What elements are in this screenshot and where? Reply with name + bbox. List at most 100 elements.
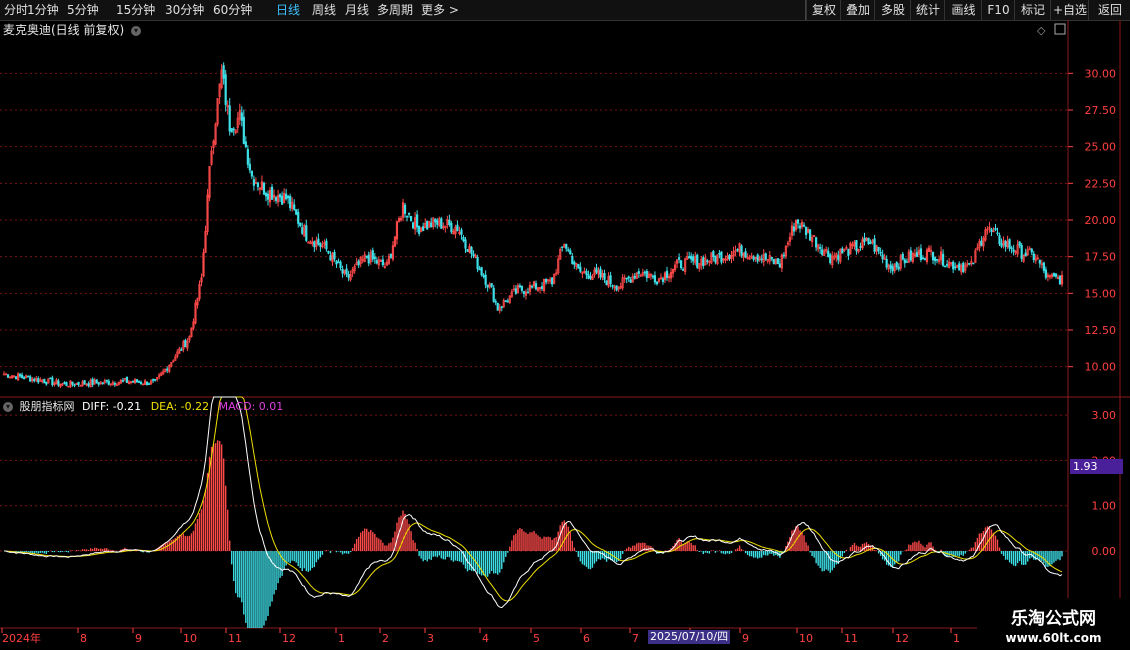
candle-body [772, 258, 775, 264]
candle-body [720, 251, 723, 263]
candle-body [287, 195, 290, 199]
candle-body [931, 251, 935, 261]
candle-body [83, 380, 86, 385]
candle-body [295, 209, 298, 215]
candle-body [829, 254, 832, 264]
candle-body [337, 261, 340, 264]
candle-body [430, 222, 433, 228]
x-tick-label: 11 [228, 632, 242, 645]
candle-body [228, 105, 231, 132]
candle-body [873, 238, 876, 252]
candle-body [147, 383, 151, 385]
candle-body [184, 339, 187, 348]
candle-body [561, 246, 564, 248]
candle-body [462, 237, 465, 241]
candle-body [95, 379, 98, 384]
candle-body [544, 278, 548, 283]
candle-body [357, 260, 360, 266]
candle-body [968, 262, 971, 265]
chevron-down-icon[interactable]: ▾ [131, 25, 142, 36]
candle-body [688, 256, 691, 259]
candle-body [79, 385, 82, 388]
x-tick-label: 9 [742, 632, 749, 645]
candle-body [792, 226, 796, 232]
candle-body [1020, 244, 1023, 260]
candle-body [821, 249, 824, 255]
candle-body [655, 281, 659, 285]
candle-body [522, 291, 526, 295]
candle-body [776, 258, 779, 265]
candle-body [77, 381, 80, 385]
candle-body [250, 170, 253, 177]
candle-body [881, 254, 884, 260]
candle-body [756, 254, 759, 262]
candle-body [796, 219, 800, 224]
candle-body [682, 269, 685, 271]
candle-body [371, 250, 374, 260]
candle-body [1044, 269, 1047, 278]
candle-body [798, 225, 802, 229]
dea-line [4, 396, 1063, 602]
candle-body [19, 373, 22, 377]
candle-body [879, 251, 882, 254]
candle-body [980, 240, 983, 246]
candle-body [436, 220, 439, 225]
candle-body [962, 262, 965, 272]
candle-body [577, 264, 580, 269]
chevron-down-icon[interactable]: ▾ [3, 402, 13, 412]
candle-body [180, 349, 183, 351]
candle-body [373, 256, 376, 260]
candle-body [409, 215, 413, 221]
candle-body [599, 268, 602, 278]
macd-tick-label: 3.00 [1092, 409, 1117, 422]
candle-body [837, 255, 840, 261]
stock-name: 麦克奥迪(日线 前复权) [3, 23, 125, 37]
x-tick-label: 2 [382, 632, 389, 645]
candle-body [1052, 273, 1056, 277]
x-tick-label: 6 [583, 632, 590, 645]
candle-body [240, 112, 243, 121]
candle-body [145, 381, 149, 386]
candle-body [440, 218, 443, 229]
candle-body [994, 227, 997, 231]
candle-body [232, 128, 235, 131]
dea-readout: DEA: -0.22 [150, 400, 210, 413]
candle-body [905, 261, 908, 263]
candle-body [589, 276, 592, 279]
candle-body [339, 261, 342, 269]
candle-body [551, 277, 554, 285]
candle-body [1038, 259, 1041, 264]
candle-body [274, 197, 278, 201]
candle-body [482, 274, 485, 277]
candle-body [407, 213, 411, 215]
candle-body [492, 287, 495, 302]
price-panel-title: 麦克奥迪(日线 前复权) ▾ [3, 21, 142, 38]
candle-body [107, 380, 110, 385]
candle-body [152, 379, 155, 381]
candle-body [23, 377, 26, 380]
candle-body [714, 255, 717, 263]
stock-chart: 10.0012.5015.0017.5020.0022.5025.0027.50… [0, 20, 1130, 650]
candle-body [595, 267, 598, 273]
candle-body [514, 288, 517, 294]
candle-body [996, 232, 999, 235]
candle-body [1010, 247, 1013, 250]
candle-body [293, 204, 296, 210]
candle-body [139, 382, 143, 384]
candle-body [1000, 243, 1003, 247]
candle-body [57, 380, 60, 386]
crosshair-value-tag: 1.93 [1070, 459, 1123, 474]
x-tick-label: 8 [80, 632, 87, 645]
candle-body [651, 275, 655, 278]
candle-body [113, 382, 116, 385]
candle-body [1004, 241, 1007, 248]
candle-body [101, 382, 104, 385]
candle-body [319, 243, 322, 247]
candle-body [903, 259, 906, 264]
candle-body [21, 374, 24, 378]
candle-body [802, 224, 806, 227]
crosshair-date-tag: 2025/07/10/四 [648, 630, 731, 644]
candle-body [804, 226, 808, 235]
price-tick-label: 25.00 [1085, 141, 1117, 154]
candle-body [49, 377, 52, 380]
